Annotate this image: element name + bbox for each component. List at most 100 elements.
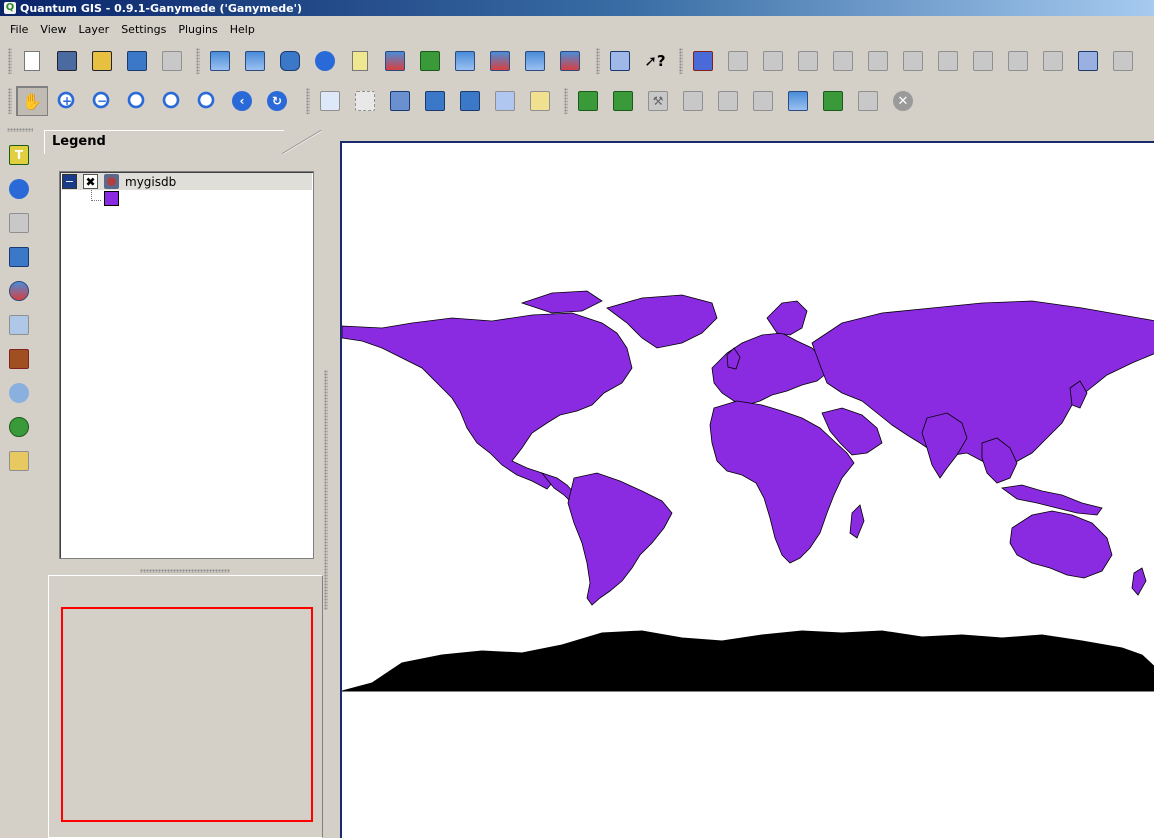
grass-region-button[interactable]: [712, 86, 744, 116]
menu-layer[interactable]: Layer: [73, 23, 116, 36]
overview-remove-button[interactable]: [554, 46, 586, 76]
grass-vector-button[interactable]: [782, 86, 814, 116]
help-contents-button[interactable]: [604, 46, 636, 76]
measure-line-button[interactable]: [419, 86, 451, 116]
overview-add-button[interactable]: [519, 46, 551, 76]
layer-visibility-checkbox[interactable]: ✖: [83, 174, 98, 189]
georeferencer-button[interactable]: [4, 274, 34, 308]
legend-layer-row[interactable]: − ✖ mygisdb: [62, 173, 312, 190]
new-bookmark-icon: [530, 91, 550, 111]
capture-point-icon: [728, 51, 748, 71]
layer-name: mygisdb: [125, 174, 177, 189]
select-button[interactable]: [349, 86, 381, 116]
new-bookmark-button[interactable]: [524, 86, 556, 116]
delimited-text-icon: [9, 247, 29, 267]
refresh-button[interactable]: [414, 46, 446, 76]
menu-help[interactable]: Help: [224, 23, 261, 36]
grass-edit-button[interactable]: [677, 86, 709, 116]
zoom-full-icon: [127, 91, 147, 111]
globe-plugin-button[interactable]: [4, 172, 34, 206]
legend-title: Legend: [52, 134, 106, 149]
zoom-layer-button[interactable]: [191, 86, 223, 116]
capture-point-button[interactable]: [722, 46, 754, 76]
toolbar-grip[interactable]: [564, 88, 568, 114]
new-vector-button[interactable]: [344, 46, 376, 76]
print-button[interactable]: [156, 46, 188, 76]
zoom-last-button[interactable]: ‹: [226, 86, 258, 116]
grass-new-mapset-button[interactable]: [607, 86, 639, 116]
identify-button[interactable]: [314, 86, 346, 116]
copy-features-button[interactable]: [1072, 46, 1104, 76]
save-project-button[interactable]: [51, 46, 83, 76]
zoom-out-button[interactable]: −: [86, 86, 118, 116]
gps-plugin-button[interactable]: [4, 206, 34, 240]
save-as-icon: [92, 51, 112, 71]
spit-icon: [9, 451, 29, 471]
collapse-icon[interactable]: −: [62, 174, 77, 189]
grass-open-mapset-button[interactable]: [572, 86, 604, 116]
show-all-button[interactable]: [449, 46, 481, 76]
map-canvas[interactable]: [340, 141, 1154, 838]
save-as-button[interactable]: [86, 46, 118, 76]
show-bookmarks-button[interactable]: [489, 86, 521, 116]
spit-button[interactable]: [4, 444, 34, 478]
layer-symbol-swatch[interactable]: [104, 191, 119, 206]
menu-plugins[interactable]: Plugins: [172, 23, 223, 36]
delimited-text-button[interactable]: [4, 240, 34, 274]
toolbar-grip[interactable]: [196, 48, 200, 74]
new-project-button[interactable]: [16, 46, 48, 76]
map-splitter-handle[interactable]: [324, 370, 328, 610]
whats-this-button[interactable]: ➚?: [639, 46, 671, 76]
copy-features-icon: [1078, 51, 1098, 71]
toolbar-grip[interactable]: [306, 88, 310, 114]
open-project-icon: [127, 51, 147, 71]
add-island-button[interactable]: [897, 46, 929, 76]
add-wms-button[interactable]: [239, 46, 271, 76]
capture-polygon-button[interactable]: [792, 46, 824, 76]
quick-print-button[interactable]: [4, 308, 34, 342]
dock-splitter-handle[interactable]: [140, 569, 230, 573]
menu-file[interactable]: File: [4, 23, 34, 36]
zoom-full-button[interactable]: [121, 86, 153, 116]
delete-selected-button[interactable]: [827, 46, 859, 76]
grass-raster-button[interactable]: [817, 86, 849, 116]
zoom-in-button[interactable]: +: [51, 86, 83, 116]
grass-module-button[interactable]: [852, 86, 884, 116]
north-arrow-button[interactable]: [4, 410, 34, 444]
add-vector-button[interactable]: [309, 46, 341, 76]
file-toolbar: [4, 44, 191, 78]
refresh-map-button[interactable]: ↻: [261, 86, 293, 116]
open-table-button[interactable]: [384, 86, 416, 116]
toggle-editing-button[interactable]: [687, 46, 719, 76]
toolbar-grip[interactable]: [8, 48, 12, 74]
grass-tools-button[interactable]: ⚒: [642, 86, 674, 116]
toolbar-grip[interactable]: [8, 88, 12, 114]
grass-display-region-button[interactable]: [747, 86, 779, 116]
overview-panel[interactable]: [48, 575, 323, 838]
add-postgis-button[interactable]: [274, 46, 306, 76]
zoom-selection-button[interactable]: [156, 86, 188, 116]
move-vertex-button[interactable]: [932, 46, 964, 76]
add-vertex-button[interactable]: [967, 46, 999, 76]
remove-layer-button[interactable]: [379, 46, 411, 76]
capture-line-button[interactable]: [757, 46, 789, 76]
pan-button[interactable]: ✋: [16, 86, 48, 116]
toolbar-grip[interactable]: [596, 48, 600, 74]
hide-all-button[interactable]: [484, 46, 516, 76]
toolbar-grip[interactable]: [7, 128, 33, 132]
delete-vertex-button[interactable]: [1002, 46, 1034, 76]
close-plugin-button[interactable]: ✕: [887, 86, 919, 116]
menu-settings[interactable]: Settings: [115, 23, 172, 36]
legend-dock-tab[interactable]: Legend: [44, 130, 322, 154]
paste-features-button[interactable]: [1107, 46, 1139, 76]
split-features-button[interactable]: [1037, 46, 1069, 76]
scale-bar-button[interactable]: [4, 342, 34, 376]
copyright-button[interactable]: [4, 376, 34, 410]
add-raster-button[interactable]: [204, 46, 236, 76]
open-project-button[interactable]: [121, 46, 153, 76]
add-ring-button[interactable]: [862, 46, 894, 76]
menu-view[interactable]: View: [34, 23, 72, 36]
measure-area-button[interactable]: [454, 86, 486, 116]
toolbar-grip[interactable]: [679, 48, 683, 74]
plugin-text-button[interactable]: T: [4, 138, 34, 172]
